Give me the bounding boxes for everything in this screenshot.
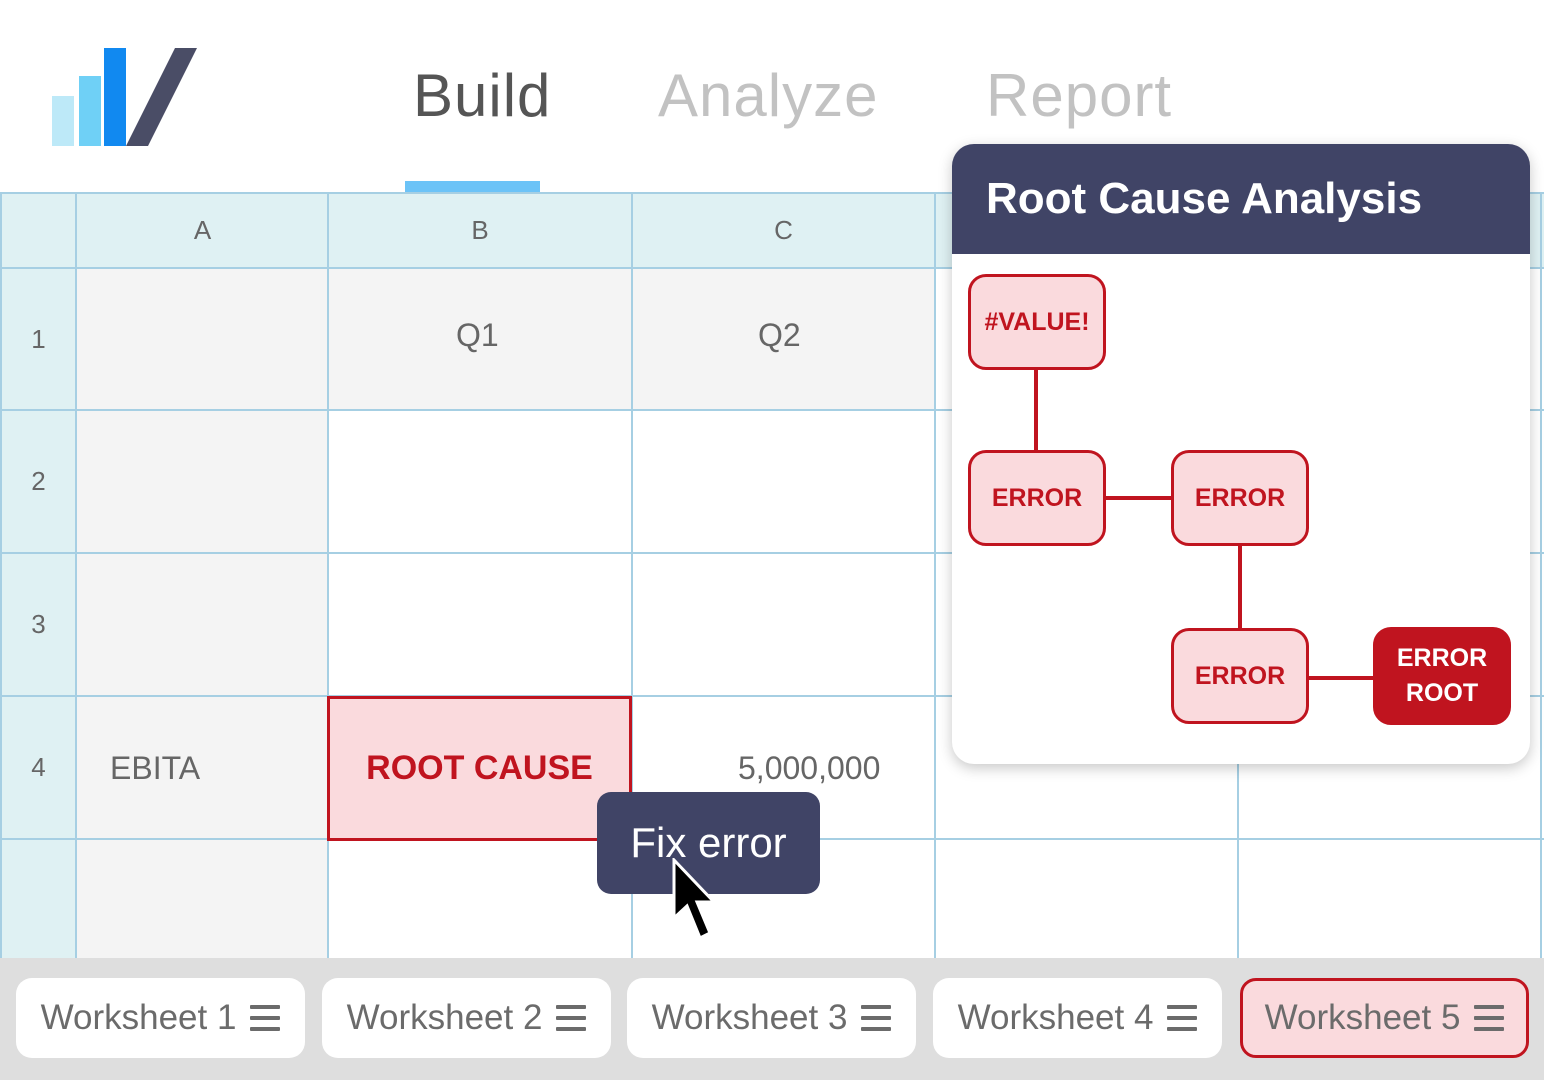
error-root-line2: ROOT bbox=[1405, 679, 1479, 707]
column-header-c[interactable]: C bbox=[632, 192, 935, 268]
sheet-tab-3[interactable]: Worksheet 3 bbox=[627, 978, 916, 1058]
sheet-tab-1[interactable]: Worksheet 1 bbox=[16, 978, 305, 1058]
error-root-node[interactable]: ERROR ROOT bbox=[1373, 627, 1511, 725]
error-node[interactable]: ERROR bbox=[1171, 628, 1309, 724]
cell-c1[interactable]: Q2 bbox=[758, 317, 801, 354]
cell-a4[interactable]: EBITA bbox=[110, 750, 200, 787]
root-cause-panel: Root Cause Analysis #VALUE! ERROR ERROR … bbox=[952, 144, 1530, 764]
mouse-cursor-icon bbox=[672, 858, 716, 941]
tab-analyze[interactable]: Analyze bbox=[658, 60, 878, 132]
tab-build[interactable]: Build bbox=[413, 60, 551, 132]
active-tab-indicator bbox=[405, 181, 540, 192]
menu-icon[interactable] bbox=[861, 1005, 892, 1031]
menu-icon[interactable] bbox=[1167, 1005, 1198, 1031]
cell-b1[interactable]: Q1 bbox=[456, 317, 499, 354]
error-root-line1: ERROR bbox=[1396, 644, 1488, 672]
column-header-b[interactable]: B bbox=[328, 192, 632, 268]
menu-icon[interactable] bbox=[556, 1005, 587, 1031]
value-error-node[interactable]: #VALUE! bbox=[968, 274, 1106, 370]
sheet-tab-label: Worksheet 3 bbox=[651, 998, 848, 1037]
sheet-tab-2[interactable]: Worksheet 2 bbox=[322, 978, 611, 1058]
row-header-2[interactable]: 2 bbox=[0, 410, 77, 553]
column-header-a[interactable]: A bbox=[77, 192, 328, 268]
tab-report[interactable]: Report bbox=[986, 60, 1172, 132]
corner-cell[interactable] bbox=[0, 192, 77, 268]
row-header-3[interactable]: 3 bbox=[0, 553, 77, 696]
connector bbox=[1307, 676, 1375, 680]
menu-icon[interactable] bbox=[250, 1005, 281, 1031]
sheet-tab-4[interactable]: Worksheet 4 bbox=[933, 978, 1222, 1058]
error-node[interactable]: ERROR bbox=[968, 450, 1106, 546]
cell-b4-root-cause[interactable]: ROOT CAUSE bbox=[327, 696, 632, 841]
row-header-1[interactable]: 1 bbox=[0, 268, 77, 410]
menu-icon[interactable] bbox=[1474, 1005, 1505, 1031]
sheet-tab-label: Worksheet 5 bbox=[1264, 998, 1461, 1037]
sheet-tab-5[interactable]: Worksheet 5 bbox=[1240, 978, 1529, 1058]
connector bbox=[1034, 368, 1038, 452]
connector bbox=[1104, 496, 1172, 500]
row-header-5[interactable] bbox=[0, 839, 77, 958]
error-node[interactable]: ERROR bbox=[1171, 450, 1309, 546]
panel-title: Root Cause Analysis bbox=[952, 144, 1530, 254]
column-a-fill bbox=[77, 268, 328, 958]
sheet-tab-label: Worksheet 4 bbox=[957, 998, 1154, 1037]
connector bbox=[1238, 544, 1242, 630]
app-logo bbox=[52, 48, 197, 146]
cell-c4[interactable]: 5,000,000 bbox=[738, 750, 880, 787]
sheet-tab-label: Worksheet 2 bbox=[346, 998, 543, 1037]
sheet-tab-label: Worksheet 1 bbox=[40, 998, 237, 1037]
row-header-4[interactable]: 4 bbox=[0, 696, 77, 839]
